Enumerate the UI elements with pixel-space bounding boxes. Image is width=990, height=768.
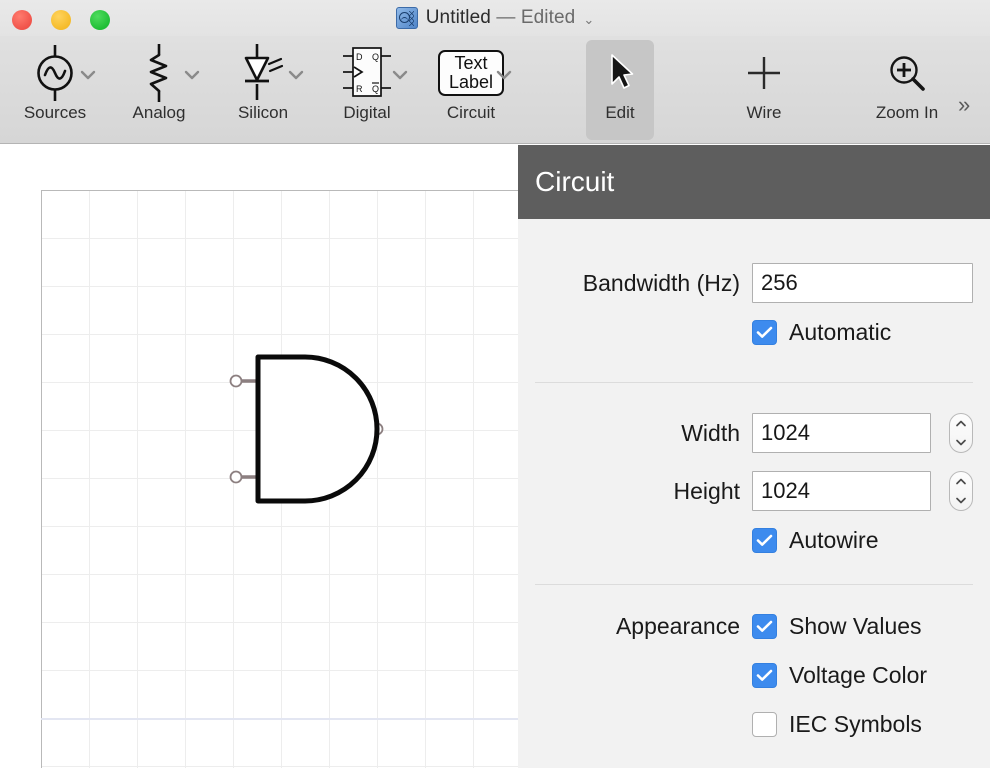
inspector-panel: Circuit Bandwidth (Hz) 256 Automatic Wid… — [518, 145, 990, 768]
plus-icon — [720, 40, 808, 106]
close-button[interactable] — [12, 10, 32, 30]
title-filename: Untitled — [425, 7, 491, 28]
bandwidth-label: Bandwidth (Hz) — [582, 269, 740, 296]
autowire-label: Autowire — [789, 527, 879, 553]
inspector-header: Circuit — [518, 145, 990, 219]
toolbar-item-label: Edit — [605, 103, 635, 122]
height-label: Height — [673, 477, 740, 504]
height-input[interactable]: 1024 — [752, 471, 931, 511]
svg-text:R: R — [356, 84, 363, 94]
title-edited-state: Edited — [520, 7, 576, 28]
automatic-label: Automatic — [789, 319, 892, 345]
bandwidth-input[interactable]: 256 — [752, 263, 973, 303]
divider-2 — [535, 584, 973, 585]
voltage-color-checkbox[interactable] — [752, 663, 777, 688]
iec-symbols-label: IEC Symbols — [789, 711, 922, 737]
digital-chevron-down-icon[interactable] — [390, 68, 410, 82]
appearance-label: Appearance — [615, 613, 740, 639]
magnifier-plus-icon — [858, 40, 956, 106]
svg-text:D: D — [356, 52, 363, 62]
height-row: Height 1024 — [535, 471, 973, 511]
appearance-show-values-row: Appearance Show Values — [535, 613, 973, 640]
sources-chevron-down-icon[interactable] — [78, 68, 98, 82]
toolbar-item-label: Circuit — [446, 103, 496, 122]
toolbar-item-label: Silicon — [237, 103, 289, 122]
toolbar-item-sources[interactable]: Sources — [10, 40, 100, 140]
toolbar: Sources Analog Silicon D Q R Q Digital T… — [0, 36, 990, 144]
title-separator: — — [496, 7, 516, 28]
cursor-arrow-icon — [586, 40, 654, 106]
document-title-group: Untitled — Edited ⌄ — [0, 0, 990, 36]
circuit-document-icon — [395, 7, 418, 29]
height-stepper[interactable] — [949, 471, 973, 511]
text-label-line-1: Text — [454, 53, 488, 74]
minimize-button[interactable] — [51, 10, 71, 30]
automatic-row: Automatic — [535, 319, 973, 346]
toolbar-item-digital[interactable]: D Q R Q Digital — [322, 40, 412, 140]
svg-text:Q: Q — [372, 84, 379, 94]
toolbar-item-label: Zoom In — [875, 103, 939, 122]
toolbar-item-circuit[interactable]: Text Label Circuit — [426, 40, 516, 140]
app-window: Untitled — Edited ⌄ Sources Analog Silic… — [0, 0, 990, 768]
and-gate-symbol[interactable] — [0, 145, 518, 768]
iec-symbols-checkbox[interactable] — [752, 712, 777, 737]
schematic-canvas[interactable] — [0, 145, 518, 768]
width-label: Width — [681, 419, 740, 446]
automatic-checkbox[interactable] — [752, 320, 777, 345]
toolbar-item-silicon[interactable]: Silicon — [218, 40, 308, 140]
toolbar-item-label: Digital — [343, 103, 391, 122]
toolbar-item-analog[interactable]: Analog — [114, 40, 204, 140]
appearance-iec-symbols-row: IEC Symbols — [535, 711, 973, 738]
width-stepper[interactable] — [949, 413, 973, 453]
title-chevron-down-icon[interactable]: ⌄ — [583, 13, 594, 26]
divider-1 — [535, 382, 973, 383]
page-title: Untitled — Edited — [426, 7, 576, 29]
svg-text:Q: Q — [372, 52, 379, 62]
toolbar-item-label: Sources — [23, 103, 87, 122]
show-values-checkbox[interactable] — [752, 614, 777, 639]
voltage-color-label: Voltage Color — [789, 662, 928, 688]
inspector-title: Circuit — [535, 166, 615, 197]
analog-chevron-down-icon[interactable] — [182, 68, 202, 82]
width-row: Width 1024 — [535, 413, 973, 453]
autowire-checkbox[interactable] — [752, 528, 777, 553]
toolbar-item-wire[interactable]: Wire — [720, 40, 808, 140]
silicon-chevron-down-icon[interactable] — [286, 68, 306, 82]
toolbar-overflow-button[interactable]: » — [958, 94, 970, 116]
text-label-line-2: Label — [448, 72, 494, 92]
toolbar-item-edit[interactable]: Edit — [586, 40, 654, 140]
zoom-button[interactable] — [90, 10, 110, 30]
toolbar-item-label: Analog — [132, 103, 186, 122]
inspector-body: Bandwidth (Hz) 256 Automatic Width 1024 — [518, 263, 990, 738]
appearance-voltage-color-row: Voltage Color — [535, 662, 973, 689]
width-input[interactable]: 1024 — [752, 413, 931, 453]
toolbar-item-zoom-in[interactable]: Zoom In — [858, 40, 956, 140]
toolbar-item-label: Wire — [746, 103, 782, 122]
circuit-chevron-down-icon[interactable] — [494, 68, 514, 82]
title-bar: Untitled — Edited ⌄ — [0, 0, 990, 36]
bandwidth-row: Bandwidth (Hz) 256 — [535, 263, 973, 303]
autowire-row: Autowire — [535, 527, 973, 554]
show-values-label: Show Values — [789, 613, 922, 639]
